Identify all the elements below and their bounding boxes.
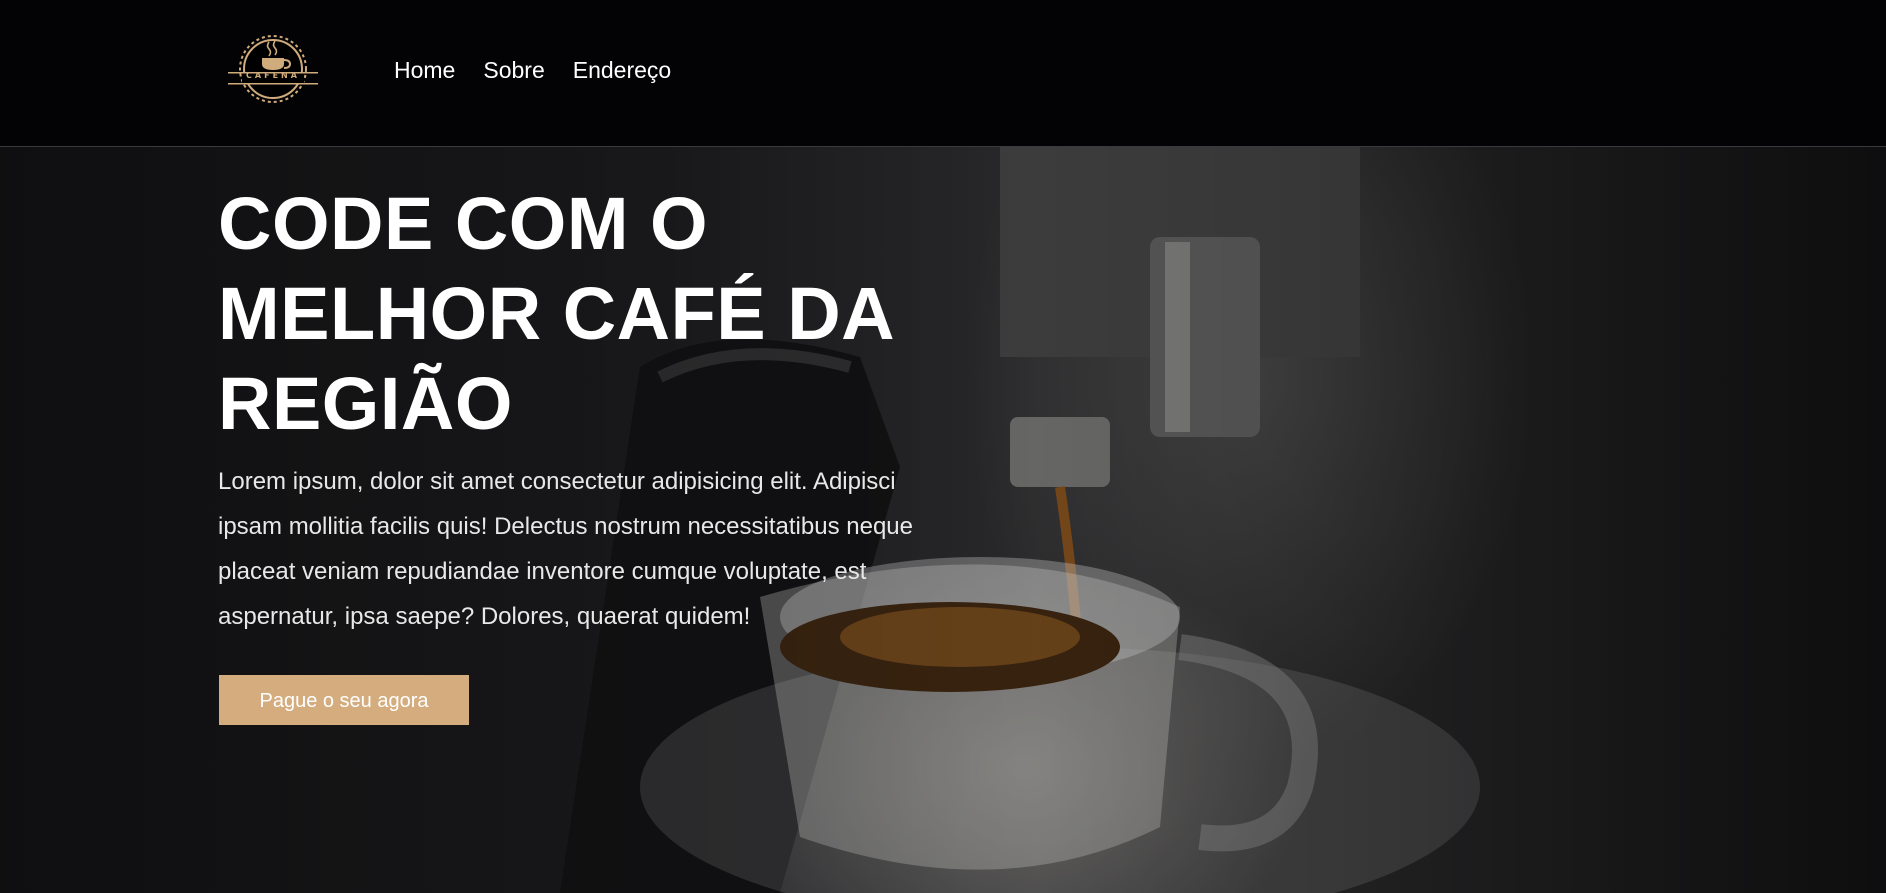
logo-text: CAFENA bbox=[246, 71, 300, 80]
nav-home[interactable]: Home bbox=[394, 55, 455, 85]
hero-description: Lorem ipsum, dolor sit amet consectetur … bbox=[218, 468, 913, 630]
coffee-cup-gear-icon bbox=[228, 35, 318, 103]
hero-section: CODE COM O MELHOR CAFÉ DA REGIÃO Lorem i… bbox=[0, 147, 1886, 893]
nav-endereco[interactable]: Endereço bbox=[573, 55, 671, 85]
buy-now-button[interactable]: Pague o seu agora bbox=[219, 675, 469, 725]
cafena-logo[interactable]: CAFENA bbox=[226, 28, 320, 110]
hero-title: CODE COM O MELHOR CAFÉ DA REGIÃO bbox=[218, 182, 893, 445]
nav-sobre[interactable]: Sobre bbox=[483, 55, 544, 85]
main-nav: Home Sobre Endereço bbox=[394, 55, 671, 85]
site-header: CAFENA Home Sobre Endereço bbox=[0, 0, 1886, 147]
